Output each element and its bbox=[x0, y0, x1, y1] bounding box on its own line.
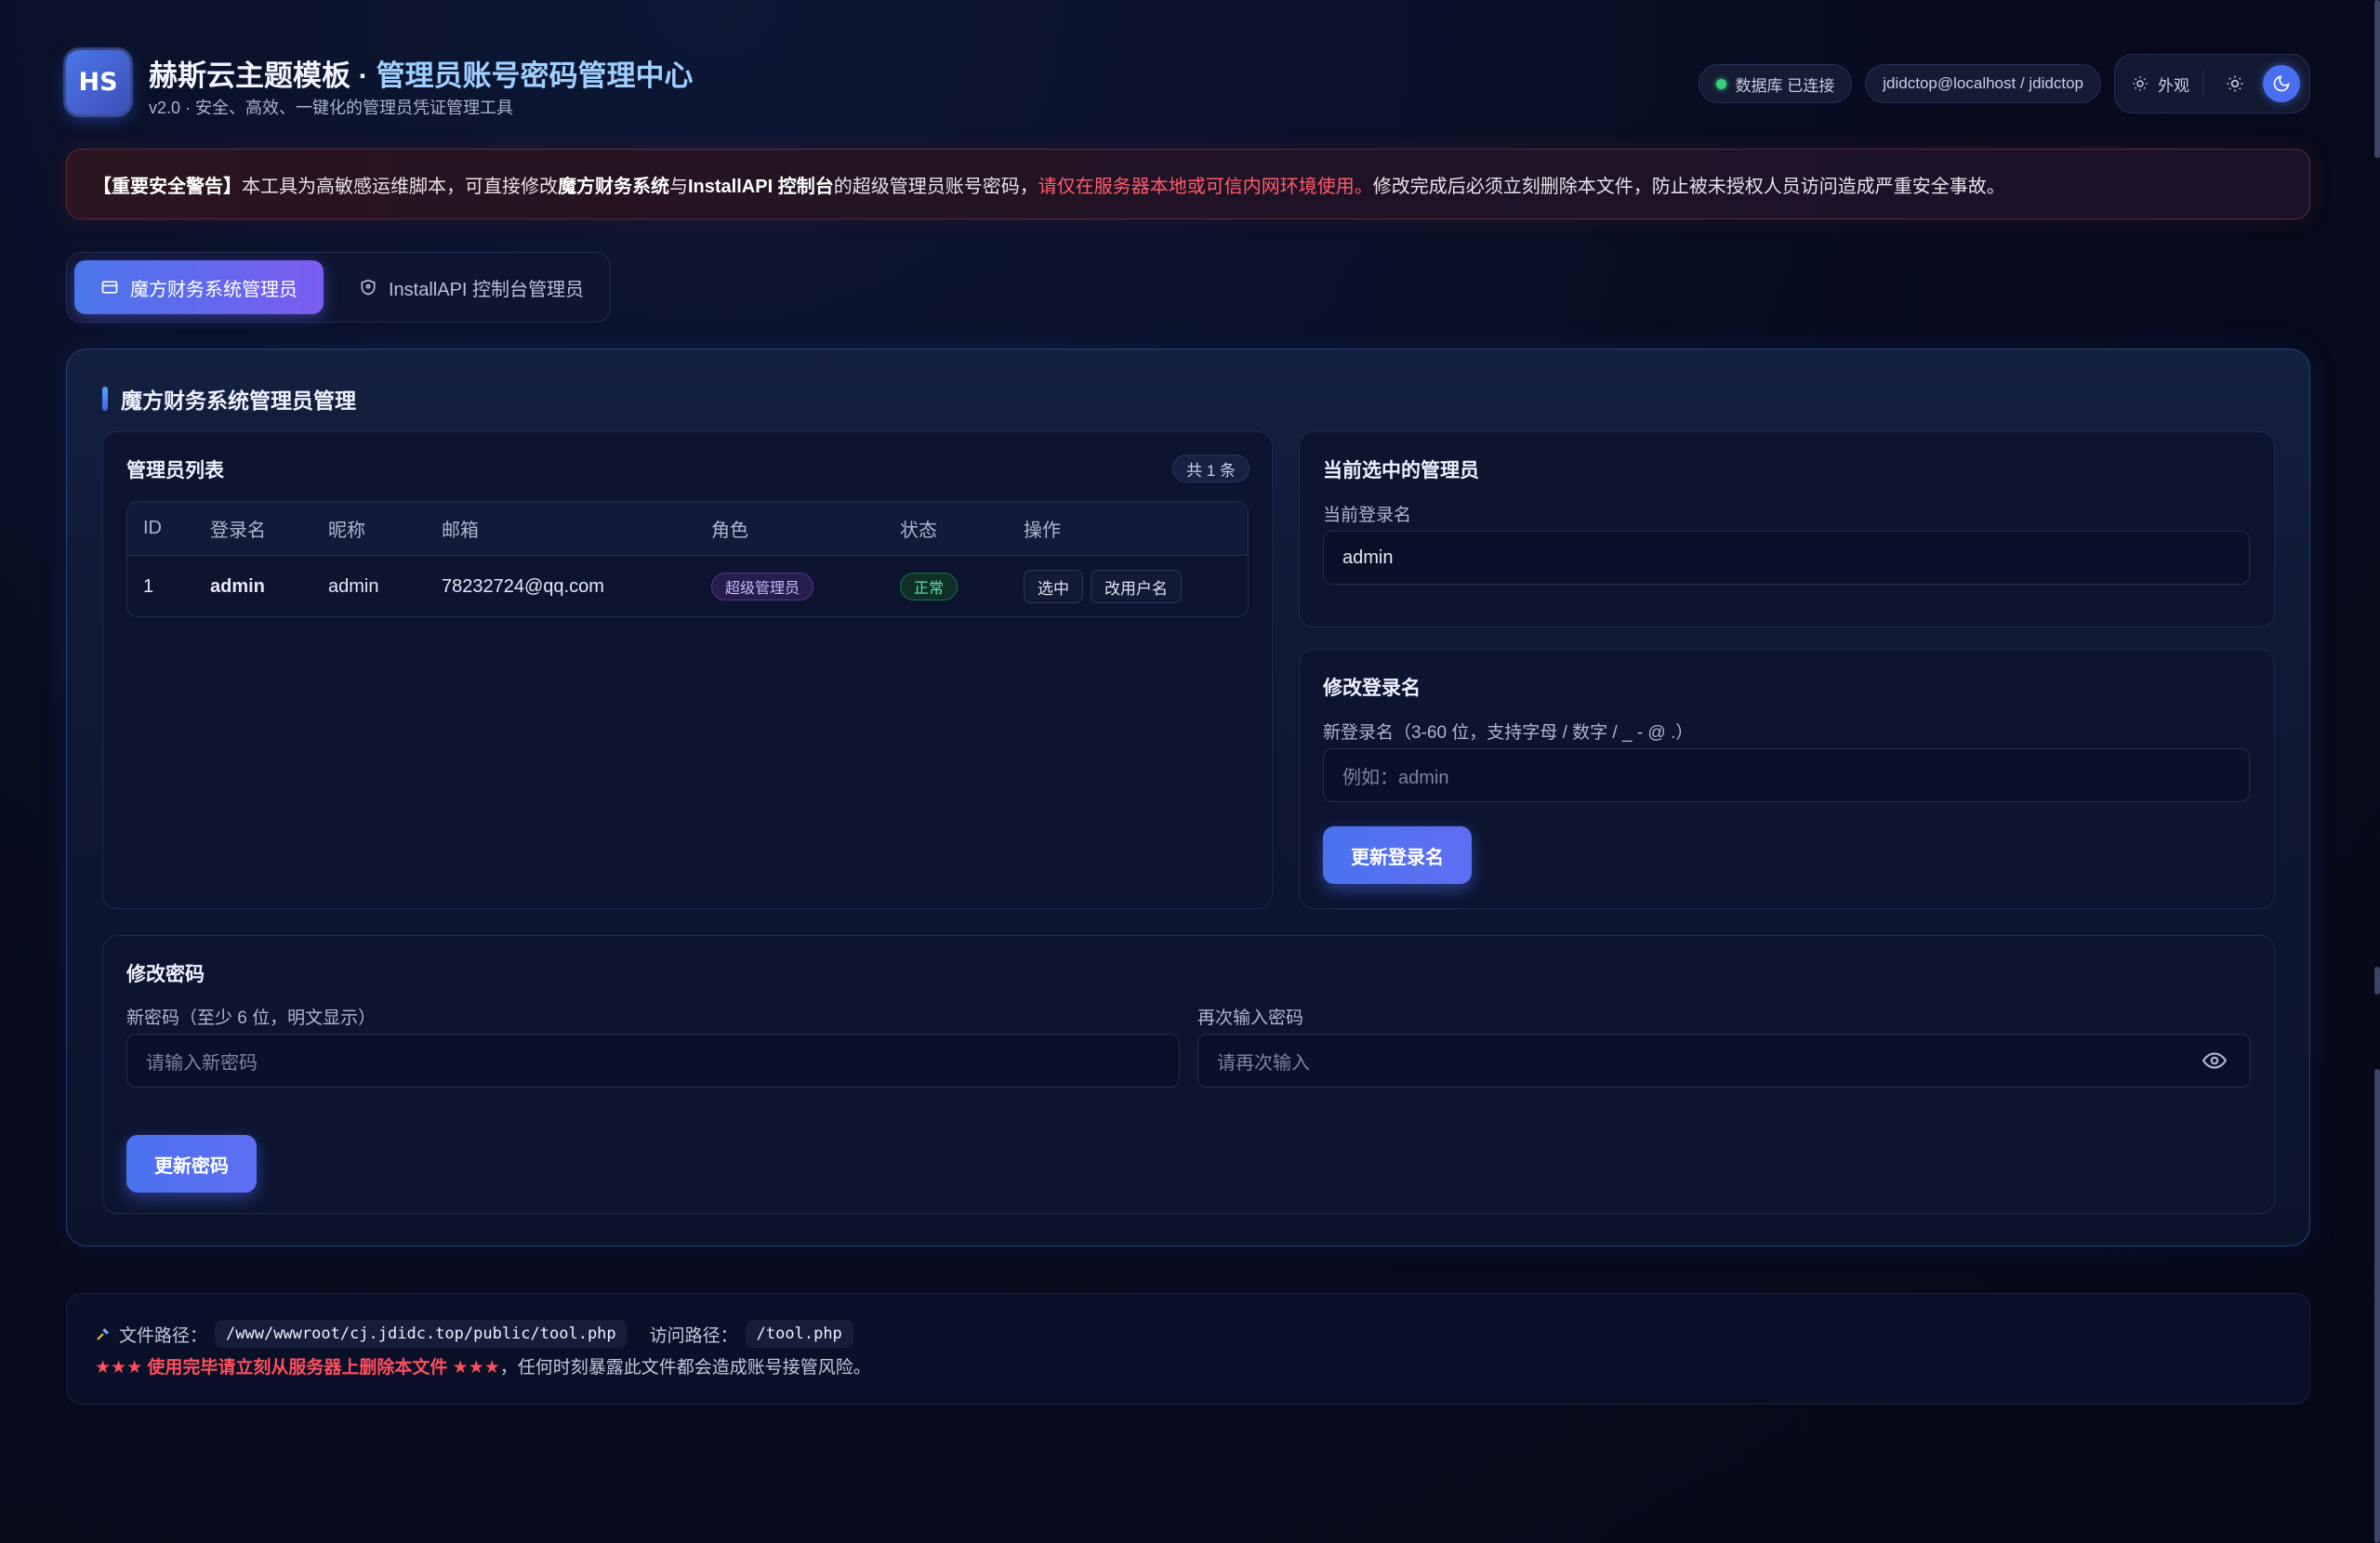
eye-icon[interactable] bbox=[2202, 1048, 2227, 1073]
warning-red-text: 请仅在服务器本地或可信内网环境使用。 bbox=[1038, 176, 1373, 197]
selected-admin-card: 当前选中的管理员 当前登录名 admin bbox=[1299, 431, 2275, 627]
file-info-line: 文件路径： /www/wwwroot/cj.jdidc.top/public/t… bbox=[95, 1320, 868, 1348]
column-header-id: ID bbox=[143, 518, 162, 538]
warning-system-1: 魔方财务系统 bbox=[558, 176, 669, 197]
title-accent: 管理员账号密码管理中心 bbox=[376, 59, 694, 92]
password-title: 修改密码 bbox=[126, 964, 205, 985]
new-login-placeholder: 例如：admin bbox=[1342, 767, 1449, 788]
delete-warning-red: ★★★ 使用完毕请立刻从服务器上删除本文件 ★★★ bbox=[95, 1358, 500, 1378]
rename-card: 修改登录名 新登录名（3-60 位，支持字母 / 数字 / _ - @ .） 例… bbox=[1299, 649, 2275, 909]
cell-email: 78232724@qq.com bbox=[442, 575, 604, 597]
new-password-placeholder: 请输入新密码 bbox=[146, 1052, 258, 1074]
warning-text-2: 与 bbox=[669, 176, 688, 197]
admin-table: ID 登录名 昵称 邮箱 角色 状态 操作 1 admin admin 7823… bbox=[126, 501, 1249, 617]
page-title: 赫斯云主题模板 · 管理员账号密码管理中心 bbox=[149, 52, 694, 94]
tab-installapi-admin[interactable]: InstallAPI 控制台管理员 bbox=[333, 260, 610, 314]
confirm-password-label: 再次输入密码 bbox=[1197, 1009, 1304, 1028]
update-password-button[interactable]: 更新密码 bbox=[126, 1135, 257, 1193]
delete-warning-text: ，任何时刻暴露此文件都会造成账号接管风险。 bbox=[499, 1358, 871, 1378]
role-badge: 超级管理员 bbox=[711, 573, 814, 600]
update-login-button[interactable]: 更新登录名 bbox=[1323, 826, 1472, 884]
warning-text-4: 修改完成后必须立刻删除本文件，防止被未授权人员访问造成严重安全事故。 bbox=[1372, 176, 2005, 197]
new-password-label: 新密码（至少 6 位，明文显示） bbox=[126, 1009, 377, 1028]
db-status-badge: 数据库 已连接 bbox=[1698, 64, 1853, 103]
table-header: ID 登录名 昵称 邮箱 角色 状态 操作 bbox=[127, 502, 1248, 556]
system-tabs: 魔方财务系统管理员 InstallAPI 控制台管理员 bbox=[66, 252, 611, 323]
header: HS 赫斯云主题模板 · 管理员账号密码管理中心 v2.0 · 安全、高效、一键… bbox=[66, 48, 2310, 123]
warning-text-1: 本工具为高敏感运维脚本，可直接修改 bbox=[242, 176, 558, 197]
page-subtitle: v2.0 · 安全、高效、一键化的管理员凭证管理工具 bbox=[149, 99, 514, 117]
current-login-field: admin bbox=[1323, 531, 2250, 585]
tab-label: InstallAPI 控制台管理员 bbox=[389, 279, 585, 300]
status-dot-icon bbox=[1715, 78, 1726, 89]
column-header-role: 角色 bbox=[711, 521, 748, 541]
db-user-badge: jdidctop@localhost / jdidctop bbox=[1865, 64, 2101, 103]
cell-login: admin bbox=[210, 575, 265, 597]
warning-text-3: 的超级管理员账号密码， bbox=[833, 176, 1038, 197]
access-path-value: /tool.php bbox=[745, 1320, 853, 1348]
current-login-label: 当前登录名 bbox=[1323, 506, 1412, 525]
column-header-nickname: 昵称 bbox=[328, 521, 365, 541]
admin-list-title: 管理员列表 bbox=[126, 460, 224, 481]
status-badge: 正常 bbox=[900, 573, 959, 600]
confirm-password-input[interactable]: 请再次输入 bbox=[1197, 1034, 2251, 1088]
select-admin-button[interactable]: 选中 bbox=[1024, 570, 1083, 603]
new-password-input[interactable]: 请输入新密码 bbox=[126, 1034, 1180, 1088]
logo: HS bbox=[66, 50, 130, 114]
card-icon bbox=[101, 281, 118, 294]
confirm-password-placeholder: 请再次输入 bbox=[1217, 1052, 1310, 1074]
scrollbar-thumb[interactable] bbox=[2374, 967, 2380, 995]
db-status-text: 数据库 已连接 bbox=[1735, 76, 1835, 95]
page-scrollbar[interactable] bbox=[2373, 0, 2380, 1543]
table-row: 1 admin admin 78232724@qq.com 超级管理员 正常 选… bbox=[127, 556, 1248, 616]
shield-icon bbox=[361, 279, 376, 296]
cell-nickname: admin bbox=[328, 575, 379, 597]
security-warning-banner: 【重要安全警告】 本工具为高敏感运维脚本，可直接修改 魔方财务系统 与 Insta… bbox=[66, 149, 2310, 219]
current-login-value: admin bbox=[1342, 547, 1394, 568]
column-header-email: 邮箱 bbox=[442, 521, 479, 541]
dark-theme-button[interactable] bbox=[2263, 65, 2300, 102]
tab-label: 魔方财务系统管理员 bbox=[130, 279, 298, 300]
scrollbar-thumb[interactable] bbox=[2374, 1069, 2380, 1543]
title-accent-bar bbox=[102, 387, 108, 411]
new-login-input[interactable]: 例如：admin bbox=[1323, 748, 2250, 802]
tools-icon bbox=[97, 1328, 109, 1340]
appearance-label: 外观 bbox=[2158, 76, 2189, 95]
footer-info: 文件路径： /www/wwwroot/cj.jdidc.top/public/t… bbox=[66, 1293, 2310, 1405]
password-card: 修改密码 新密码（至少 6 位，明文显示） 请输入新密码 再次输入密码 请再次输… bbox=[102, 935, 2275, 1214]
admin-list-card: 管理员列表 共 1 条 ID 登录名 昵称 邮箱 角色 状态 操作 1 admi… bbox=[102, 431, 1273, 909]
column-header-status: 状态 bbox=[900, 521, 937, 541]
new-login-label: 新登录名（3-60 位，支持字母 / 数字 / _ - @ .） bbox=[1323, 723, 1694, 743]
moon-icon bbox=[2273, 75, 2290, 92]
admin-management-panel: 魔方财务系统管理员管理 管理员列表 共 1 条 ID 登录名 昵称 邮箱 角色 … bbox=[66, 349, 2310, 1246]
record-count-badge: 共 1 条 bbox=[1172, 455, 1250, 482]
delete-warning-line: ★★★ 使用完毕请立刻从服务器上删除本文件 ★★★，任何时刻暴露此文件都会造成账… bbox=[95, 1353, 871, 1378]
access-path-label: 访问路径： bbox=[649, 1325, 738, 1346]
rename-title: 修改登录名 bbox=[1323, 678, 1421, 699]
scrollbar-thumb[interactable] bbox=[2374, 0, 2380, 158]
divider bbox=[2202, 71, 2203, 97]
title-main: 赫斯云主题模板 · bbox=[149, 59, 377, 92]
panel-title-text: 魔方财务系统管理员管理 bbox=[121, 389, 356, 413]
panel-title: 魔方财务系统管理员管理 bbox=[102, 383, 356, 415]
sun-icon bbox=[2133, 76, 2148, 91]
warning-system-2: InstallAPI 控制台 bbox=[688, 176, 834, 197]
file-path-label: 文件路径： bbox=[119, 1325, 208, 1346]
header-status-area: 数据库 已连接 jdidctop@localhost / jdidctop 外观 bbox=[1698, 54, 2310, 113]
appearance-switcher: 外观 bbox=[2114, 54, 2310, 113]
column-header-login: 登录名 bbox=[210, 521, 266, 541]
light-theme-button[interactable] bbox=[2216, 65, 2254, 102]
db-user-text: jdidctop@localhost / jdidctop bbox=[1883, 74, 2083, 92]
cell-id: 1 bbox=[143, 575, 154, 597]
sun-icon bbox=[2227, 75, 2243, 92]
warning-prefix: 【重要安全警告】 bbox=[93, 176, 242, 197]
selected-admin-title: 当前选中的管理员 bbox=[1323, 460, 1479, 481]
column-header-actions: 操作 bbox=[1024, 521, 1061, 541]
rename-admin-button[interactable]: 改用户名 bbox=[1091, 570, 1182, 603]
tab-mofang-admin[interactable]: 魔方财务系统管理员 bbox=[74, 260, 324, 314]
file-path-value: /www/wwwroot/cj.jdidc.top/public/tool.ph… bbox=[215, 1320, 628, 1348]
